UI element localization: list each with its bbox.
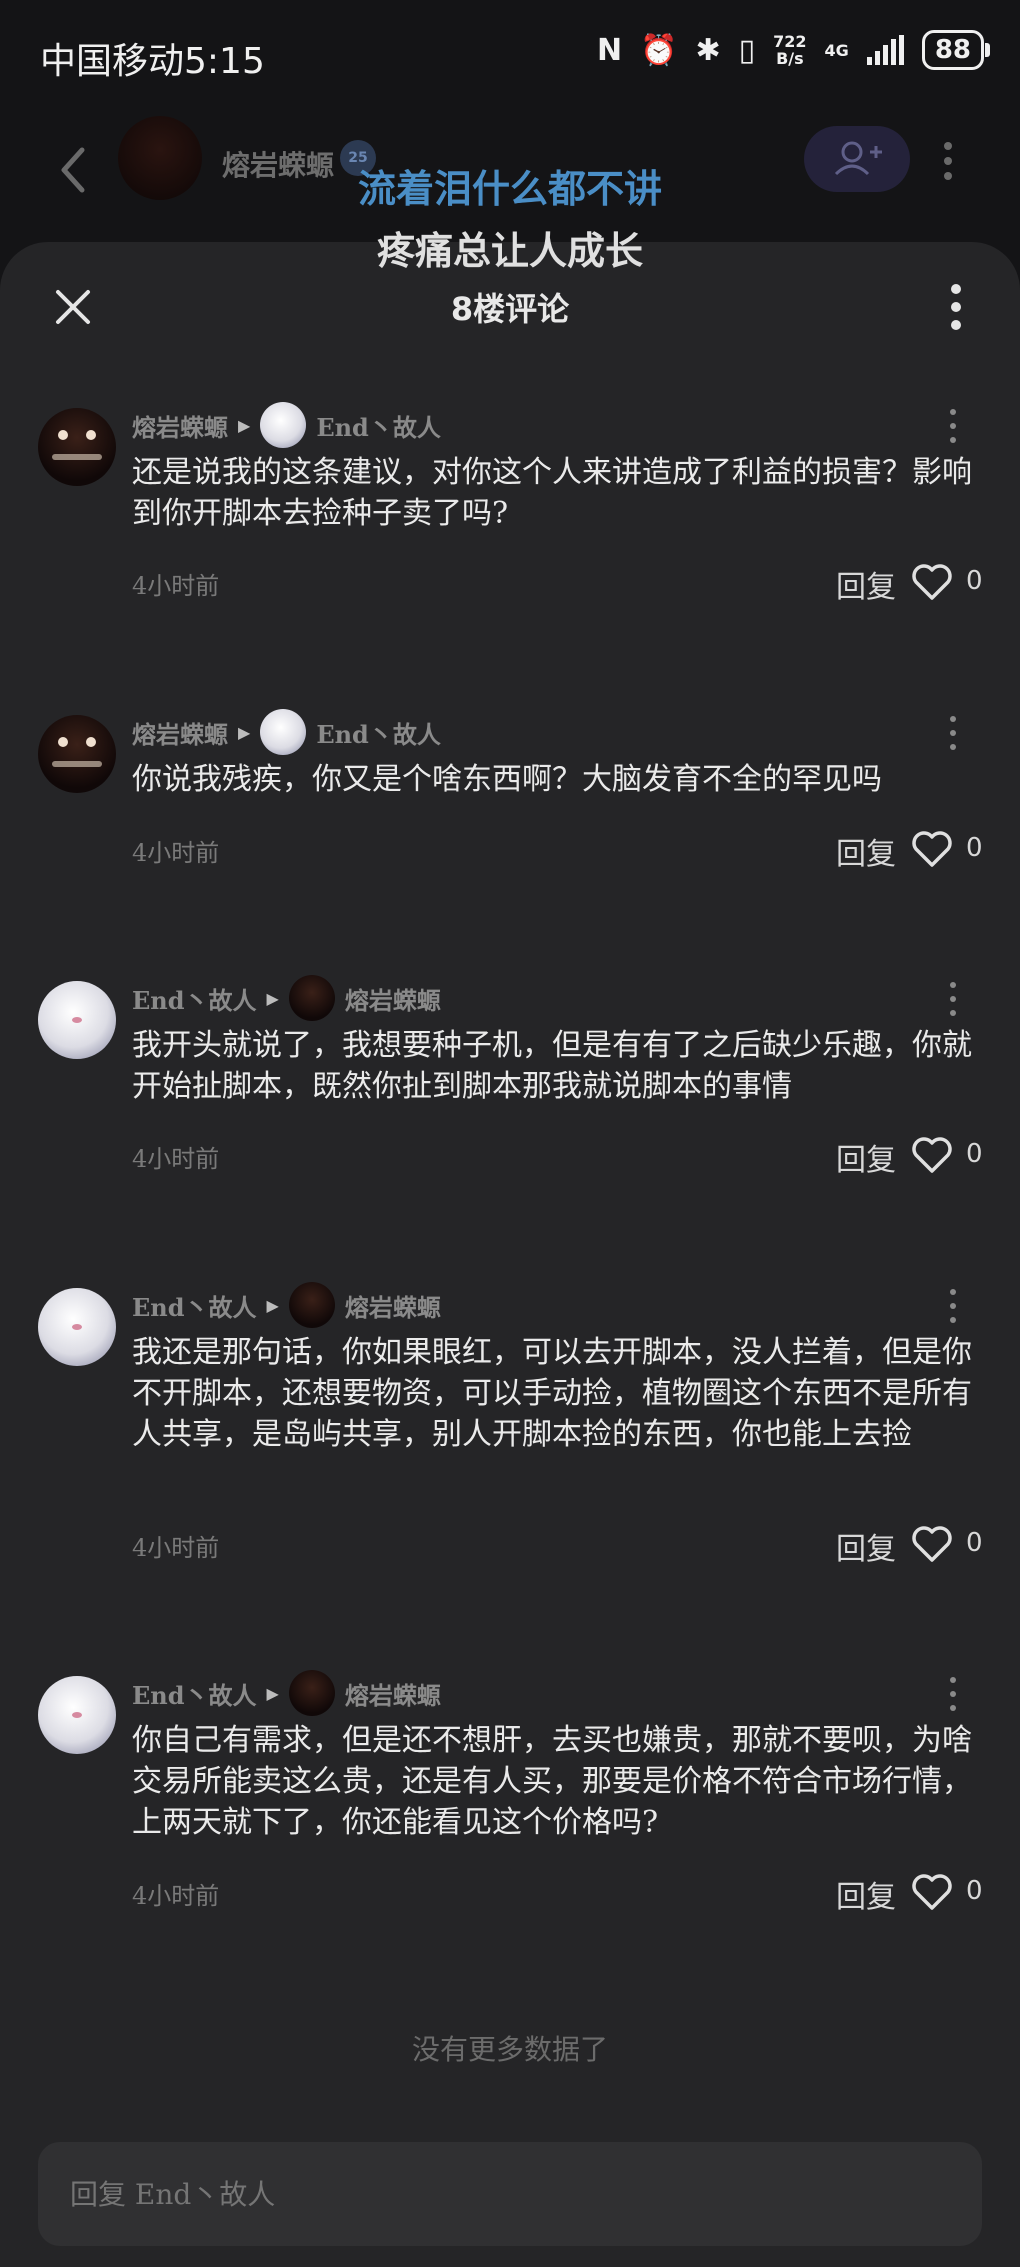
like-count: 0 bbox=[966, 833, 983, 863]
bluetooth-icon: ✱ bbox=[695, 32, 721, 68]
comment-text: 你自己有需求，但是还不想肝，去买也嫌贵，那就不要呗，为啥交易所能卖这么贵，还是有… bbox=[132, 1723, 972, 1840]
heart-icon[interactable] bbox=[910, 829, 954, 869]
carrier-name: 中国移动 bbox=[40, 41, 185, 82]
like-count: 0 bbox=[966, 566, 983, 596]
comment-more-icon[interactable] bbox=[946, 1286, 960, 1326]
reply-to-avatar[interactable] bbox=[260, 709, 307, 755]
battery-indicator: 88 bbox=[921, 30, 991, 70]
overlay-lyric-line2: 疼痛总让人成长 bbox=[376, 229, 643, 273]
comment-time: 4小时前 bbox=[132, 839, 220, 867]
comment-more-icon[interactable] bbox=[946, 406, 960, 446]
author-avatar[interactable] bbox=[38, 1288, 116, 1366]
alarm-icon: ⏰ bbox=[640, 32, 678, 68]
status-icons: N ⏰ ✱ ▯ 722 B/s 4G 88 bbox=[597, 30, 991, 70]
reply-to-name[interactable]: 熔岩蝾螈 bbox=[345, 1288, 441, 1323]
overlay-lyric-line1: 流着泪什么都不讲 bbox=[357, 167, 662, 211]
heart-icon[interactable] bbox=[910, 1872, 954, 1912]
reply-arrow-icon: ▶ bbox=[266, 1295, 279, 1315]
comment-text: 我开头就说了，我想要种子机，但是有有了之后缺少乐趣，你就开始扯脚本，既然你扯到脚… bbox=[132, 1028, 972, 1104]
author-avatar[interactable] bbox=[38, 408, 116, 486]
clock: 5:15 bbox=[184, 41, 265, 82]
sheet-title: 8楼评论 bbox=[450, 290, 570, 328]
comment-meta: 熔岩蝾螈 ▶ End丶故人 bbox=[132, 402, 441, 448]
comment-time: 4小时前 bbox=[132, 1145, 220, 1173]
reply-arrow-icon: ▶ bbox=[266, 988, 279, 1008]
reply-arrow-icon: ▶ bbox=[266, 1683, 279, 1703]
reply-box[interactable] bbox=[38, 2142, 982, 2248]
like-count: 0 bbox=[966, 1528, 983, 1558]
comment-time: 4小时前 bbox=[132, 572, 220, 600]
author-name[interactable]: End丶故人 bbox=[132, 1676, 257, 1711]
author-name[interactable]: End丶故人 bbox=[132, 1288, 257, 1323]
author-avatar[interactable] bbox=[38, 1676, 116, 1754]
signal-icon bbox=[866, 35, 904, 65]
reply-input[interactable] bbox=[68, 2142, 952, 2248]
reply-to-name[interactable]: 熔岩蝾螈 bbox=[345, 1676, 441, 1711]
reply-button[interactable]: 回复 bbox=[836, 829, 896, 873]
comment-meta: End丶故人 ▶ 熔岩蝾螈 bbox=[132, 1282, 441, 1328]
status-bar: 中国移动5:15 N ⏰ ✱ ▯ 722 B/s 4G 88 bbox=[0, 0, 1020, 110]
comment-more-icon[interactable] bbox=[946, 1674, 960, 1714]
comment-text: 你说我残疾，你又是个啥东西啊？大脑发育不全的罕见吗 bbox=[132, 762, 882, 797]
comment-text: 还是说我的这条建议，对你这个人来讲造成了利益的损害？影响到你开脚本去捡种子卖了吗… bbox=[132, 455, 972, 531]
nfc-icon: N bbox=[597, 32, 623, 68]
reply-button[interactable]: 回复 bbox=[836, 1872, 896, 1916]
heart-icon[interactable] bbox=[910, 562, 954, 602]
like-count: 0 bbox=[966, 1139, 983, 1169]
network-type: 4G bbox=[824, 40, 849, 60]
author-avatar[interactable] bbox=[38, 981, 116, 1059]
reply-arrow-icon: ▶ bbox=[238, 415, 251, 435]
reply-arrow-icon: ▶ bbox=[238, 722, 251, 742]
net-speed: 722 B/s bbox=[773, 32, 807, 68]
author-name[interactable]: 熔岩蝾螈 bbox=[132, 408, 228, 443]
heart-icon[interactable] bbox=[910, 1524, 954, 1564]
comment-time: 4小时前 bbox=[132, 1882, 220, 1910]
comment-more-icon[interactable] bbox=[946, 979, 960, 1019]
like-count: 0 bbox=[966, 1876, 983, 1906]
reply-button[interactable]: 回复 bbox=[836, 1135, 896, 1179]
author-name[interactable]: End丶故人 bbox=[132, 981, 257, 1016]
reply-to-avatar[interactable] bbox=[288, 975, 335, 1021]
author-avatar[interactable] bbox=[38, 715, 116, 793]
reply-to-avatar[interactable] bbox=[288, 1282, 335, 1328]
no-more-data-text: 没有更多数据了 bbox=[411, 2033, 608, 2066]
comment-time: 4小时前 bbox=[132, 1534, 220, 1562]
carrier-time: 中国移动5:15 bbox=[40, 32, 265, 84]
comment-meta: End丶故人 ▶ 熔岩蝾螈 bbox=[132, 975, 441, 1021]
reply-to-avatar[interactable] bbox=[260, 402, 307, 448]
comment-meta: 熔岩蝾螈 ▶ End丶故人 bbox=[132, 709, 441, 755]
comment-meta: End丶故人 ▶ 熔岩蝾螈 bbox=[132, 1670, 441, 1716]
vibrate-icon: ▯ bbox=[738, 32, 756, 68]
reply-to-name[interactable]: 熔岩蝾螈 bbox=[345, 981, 441, 1016]
reply-to-avatar[interactable] bbox=[288, 1670, 335, 1716]
author-name[interactable]: 熔岩蝾螈 bbox=[132, 715, 228, 750]
reply-button[interactable]: 回复 bbox=[836, 562, 896, 606]
sheet-more-icon[interactable] bbox=[944, 280, 968, 334]
comment-more-icon[interactable] bbox=[946, 713, 960, 753]
reply-to-name[interactable]: End丶故人 bbox=[316, 408, 441, 443]
comment-text: 我还是那句话，你如果眼红，可以去开脚本，没人拦着，但是你不开脚本，还想要物资，可… bbox=[132, 1335, 972, 1452]
reply-button[interactable]: 回复 bbox=[836, 1524, 896, 1568]
heart-icon[interactable] bbox=[910, 1135, 954, 1175]
reply-to-name[interactable]: End丶故人 bbox=[316, 715, 441, 750]
comments-sheet: 8楼评论 熔岩蝾螈 ▶ End丶故人 还是说我的这条建议，对你这个人来讲造成了利… bbox=[0, 242, 1020, 2267]
